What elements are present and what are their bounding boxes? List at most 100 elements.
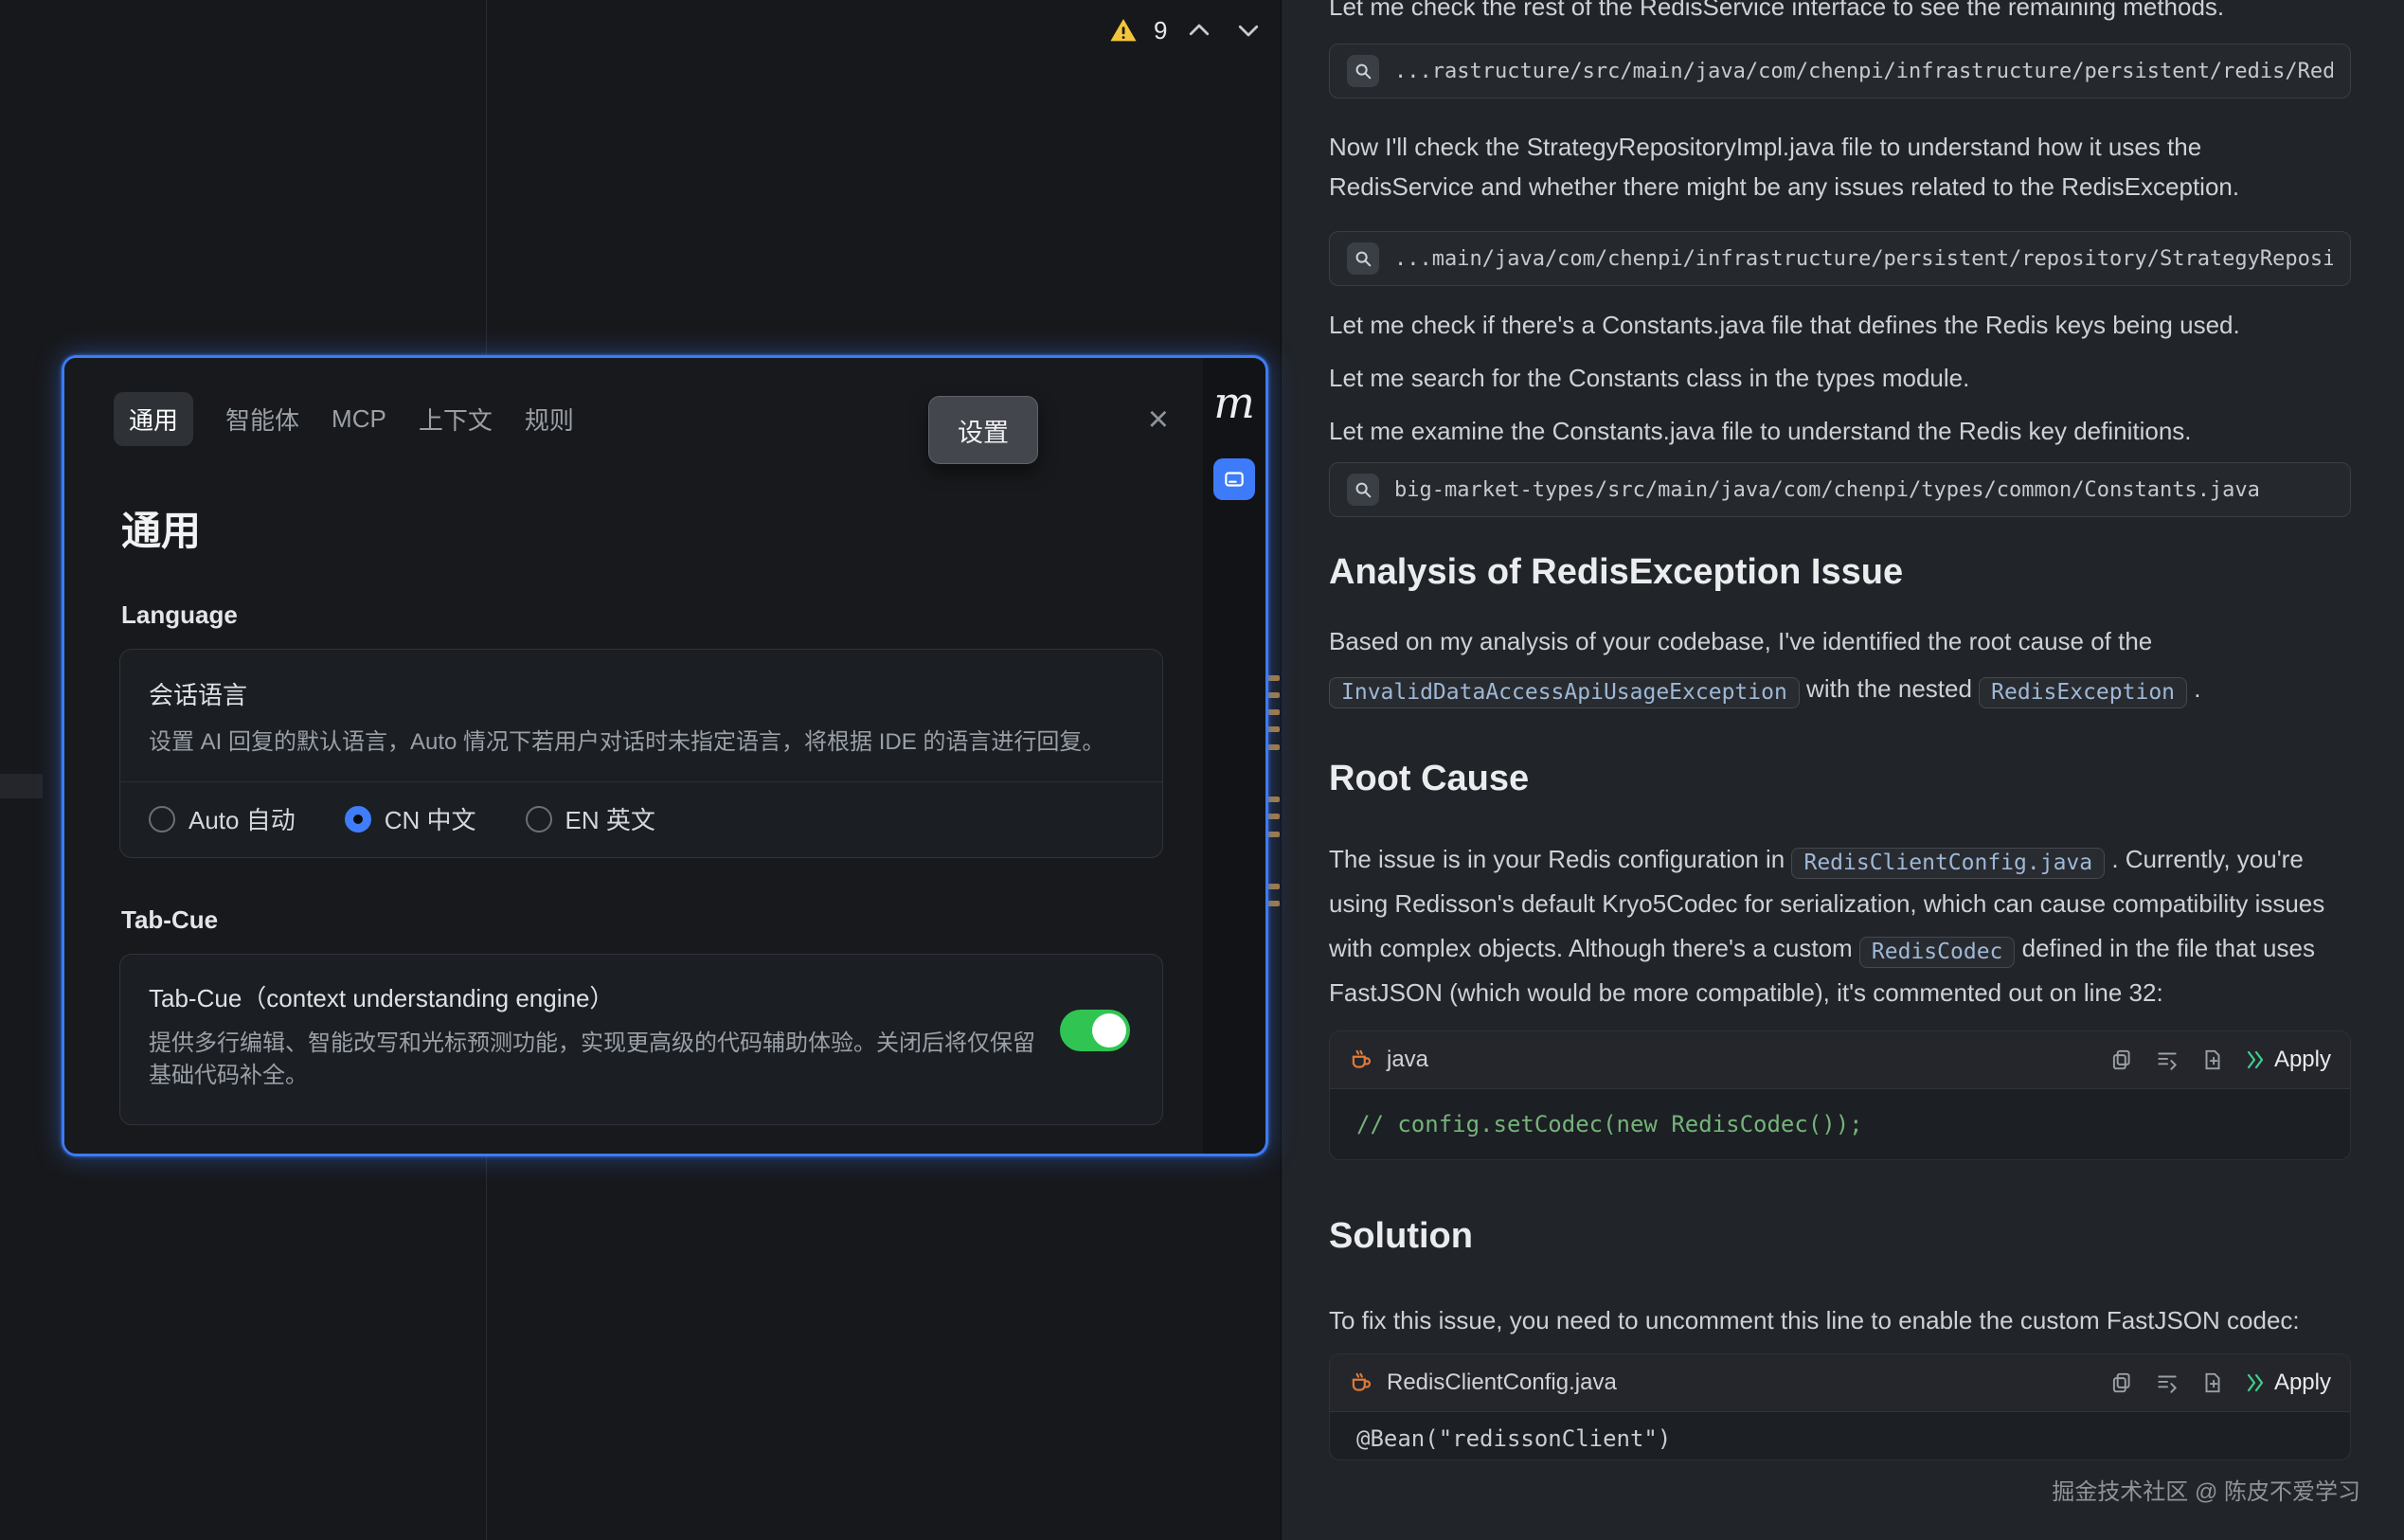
insert-to-file-icon[interactable]	[2198, 1369, 2227, 1397]
tab-agents[interactable]: 智能体	[225, 392, 299, 446]
language-card-description: 设置 AI 回复的默认语言，Auto 情况下若用户对话时未指定语言，将根据 ID…	[149, 726, 1134, 759]
copy-icon[interactable]	[2108, 1369, 2136, 1397]
java-cup-icon	[1349, 1048, 1373, 1072]
close-icon[interactable]: ×	[1148, 402, 1169, 438]
tabcue-card: Tab-Cue（context understanding engine） 提供…	[119, 954, 1163, 1125]
apply-button[interactable]: Apply	[2244, 1047, 2331, 1073]
inline-code: InvalidDataAccessApiUsageException	[1329, 677, 1800, 708]
ai-chat-panel: Let me check the rest of the RedisServic…	[1281, 0, 2404, 1540]
insert-at-cursor-icon[interactable]	[2153, 1369, 2181, 1397]
section-heading-root-cause: Root Cause	[1329, 756, 2351, 801]
radio-en[interactable]: EN 英文	[526, 801, 655, 836]
file-reference-pill[interactable]: ...main/java/com/chenpi/infrastructure/p…	[1329, 231, 2351, 286]
dialog-title: 通用	[121, 499, 1203, 557]
tab-mcp[interactable]: MCP	[332, 395, 386, 443]
scrollbar-change-marker	[1267, 692, 1280, 698]
apply-icon	[2244, 1048, 2267, 1071]
search-icon	[1347, 242, 1379, 275]
tabcue-card-title: Tab-Cue（context understanding engine）	[149, 979, 1134, 1014]
apply-icon	[2244, 1371, 2267, 1394]
code-line: @Bean("redissonClient")	[1356, 1425, 1671, 1452]
language-card: 会话语言 设置 AI 回复的默认语言，Auto 情况下若用户对话时未指定语言，将…	[119, 649, 1163, 858]
code-block-body: @Bean("redissonClient")	[1330, 1412, 2350, 1459]
chat-message-rich: The issue is in your Redis configuration…	[1329, 837, 2351, 1015]
scrollbar-change-marker	[1267, 832, 1280, 837]
settings-tooltip-button[interactable]: 设置	[928, 396, 1038, 464]
dialog-side-rail: m	[1203, 358, 1265, 1154]
scrollbar-change-marker	[1267, 797, 1280, 802]
tabcue-card-description: 提供多行编辑、智能改写和光标预测功能，实现更高级的代码辅助体验。关闭后将仅保留基…	[149, 1028, 1039, 1092]
warning-count: 9	[1154, 16, 1167, 45]
inline-code: RedisCodec	[1859, 937, 2015, 968]
scrollbar-change-marker	[1267, 675, 1280, 681]
insert-to-file-icon[interactable]	[2198, 1046, 2227, 1074]
chat-message-rich: Based on my analysis of your codebase, I…	[1329, 618, 2351, 712]
language-card-title: 会话语言	[149, 676, 1134, 711]
copy-icon[interactable]	[2108, 1046, 2136, 1074]
code-filename-label: RedisClientConfig.java	[1387, 1370, 1617, 1396]
code-block-header: java Apply	[1330, 1031, 2350, 1089]
tab-context[interactable]: 上下文	[419, 392, 493, 446]
scrollbar-change-marker	[1267, 901, 1280, 906]
chat-message: To fix this issue, you need to uncomment…	[1329, 1300, 2351, 1340]
text-part: .	[2187, 674, 2200, 703]
warning-icon	[1108, 15, 1139, 45]
scrollbar-change-marker	[1267, 814, 1280, 819]
tabcue-toggle[interactable]	[1060, 1010, 1130, 1051]
inline-code: RedisClientConfig.java	[1791, 848, 2105, 879]
insert-at-cursor-icon[interactable]	[2153, 1046, 2181, 1074]
scrollbar-change-marker	[1267, 744, 1280, 750]
code-block-file: RedisClientConfig.java Apply @Bean("redi…	[1329, 1353, 2351, 1460]
next-result-button[interactable]	[1231, 13, 1265, 47]
tab-general[interactable]: 通用	[114, 392, 193, 446]
language-options: Auto 自动 CN 中文 EN 英文	[149, 782, 1134, 855]
code-block-java: java Apply // config.setCodec(new RedisC…	[1329, 1030, 2351, 1160]
chat-panel-icon[interactable]	[1213, 458, 1255, 500]
settings-panel: 通用 智能体 MCP 上下文 规则 设置 × 通用 Language 会话语言 …	[64, 358, 1203, 1154]
apply-button[interactable]: Apply	[2244, 1370, 2331, 1396]
search-icon	[1347, 55, 1379, 87]
apply-label: Apply	[2274, 1370, 2331, 1396]
tabcue-section-label: Tab-Cue	[121, 905, 1203, 935]
text-part: Based on my analysis of your codebase, I…	[1329, 627, 2159, 655]
scrollbar-change-marker	[1267, 709, 1280, 715]
code-block-header: RedisClientConfig.java Apply	[1330, 1354, 2350, 1412]
section-heading-solution: Solution	[1329, 1213, 2351, 1259]
language-section-label: Language	[121, 600, 1203, 630]
search-icon	[1347, 474, 1379, 506]
text-part: The issue is in your Redis configuration…	[1329, 845, 1791, 873]
file-path: ...main/java/com/chenpi/infrastructure/p…	[1394, 247, 2333, 271]
inline-code: RedisException	[1979, 677, 2187, 708]
file-reference-pill[interactable]: big-market-types/src/main/java/com/chenp…	[1329, 462, 2351, 517]
watermark: 掘金技术社区 @ 陈皮不爱学习	[2052, 1473, 2360, 1506]
chat-message: Let me search for the Constants class in…	[1329, 358, 2351, 398]
file-path: ...rastructure/src/main/java/com/chenpi/…	[1394, 60, 2333, 83]
tab-rules[interactable]: 规则	[525, 392, 574, 446]
code-line: // config.setCodec(new RedisCodec());	[1356, 1111, 1863, 1137]
apply-label: Apply	[2274, 1047, 2331, 1073]
editor-line-highlight	[0, 774, 43, 798]
file-path: big-market-types/src/main/java/com/chenp…	[1394, 478, 2260, 502]
settings-dialog: 通用 智能体 MCP 上下文 规则 设置 × 通用 Language 会话语言 …	[62, 355, 1268, 1156]
toggle-knob	[1092, 1013, 1126, 1048]
scrollbar-change-marker	[1267, 726, 1280, 732]
radio-circle-selected-icon	[345, 806, 371, 833]
chat-message: Let me check if there's a Constants.java…	[1329, 305, 2351, 345]
marscode-logo: m	[1213, 381, 1255, 424]
chat-message: Let me check the rest of the RedisServic…	[1329, 0, 2351, 27]
java-cup-icon	[1349, 1370, 1373, 1395]
radio-circle-icon	[526, 806, 552, 833]
file-reference-pill[interactable]: ...rastructure/src/main/java/com/chenpi/…	[1329, 44, 2351, 98]
previous-result-button[interactable]	[1182, 13, 1216, 47]
text-part: with the nested	[1800, 674, 1979, 703]
radio-auto[interactable]: Auto 自动	[149, 801, 296, 836]
chat-message: Now I'll check the StrategyRepositoryImp…	[1329, 127, 2351, 206]
section-heading-analysis: Analysis of RedisException Issue	[1329, 549, 2351, 595]
radio-cn[interactable]: CN 中文	[345, 801, 476, 836]
scrollbar-change-marker	[1267, 884, 1280, 889]
chat-message: Let me examine the Constants.java file t…	[1329, 411, 2351, 451]
radio-circle-icon	[149, 806, 175, 833]
problems-indicator-bar: 9	[1108, 9, 1265, 51]
code-language-label: java	[1387, 1047, 1428, 1073]
code-block-body: // config.setCodec(new RedisCodec());	[1330, 1089, 2350, 1159]
